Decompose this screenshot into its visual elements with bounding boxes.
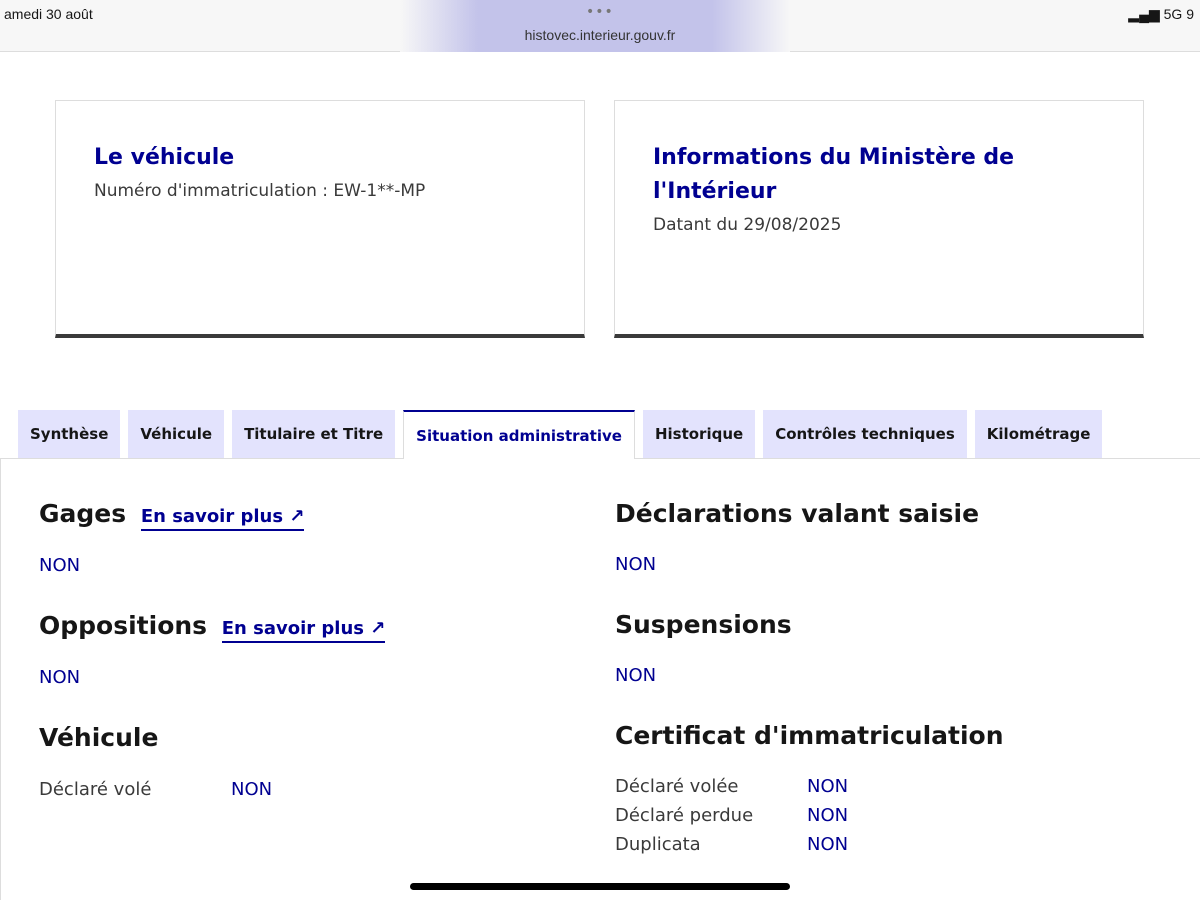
suspensions-heading: Suspensions bbox=[615, 610, 792, 639]
gages-section: Gages En savoir plus ↗ bbox=[39, 499, 305, 531]
cert-stolen-label: Déclaré volée bbox=[615, 776, 739, 797]
link-label: En savoir plus bbox=[221, 618, 364, 639]
network: 5G 9 bbox=[1163, 6, 1194, 22]
ministry-card: Informations du Ministère de l'Intérieur… bbox=[614, 100, 1144, 338]
url[interactable]: histovec.interieur.gouv.fr bbox=[0, 27, 1200, 43]
cert-stolen-value: NON bbox=[807, 776, 849, 797]
vehicle-card: Le véhicule Numéro d'immatriculation : E… bbox=[55, 100, 585, 338]
data-date: Datant du 29/08/2025 bbox=[653, 215, 842, 235]
home-indicator[interactable] bbox=[410, 883, 790, 890]
cert-lost-label: Déclaré perdue bbox=[615, 805, 754, 826]
card-title: Informations du Ministère de l'Intérieur bbox=[653, 145, 1015, 204]
cert-lost-value: NON bbox=[807, 805, 849, 826]
gages-heading: Gages bbox=[39, 499, 127, 528]
tab-vehicule[interactable]: Véhicule bbox=[128, 410, 225, 458]
vehicule-heading: Véhicule bbox=[39, 723, 159, 752]
stolen-value: NON bbox=[231, 779, 273, 800]
suspensions-value: NON bbox=[615, 665, 657, 686]
tab-kilometrage[interactable]: Kilométrage bbox=[974, 410, 1103, 458]
more-icon[interactable]: ••• bbox=[586, 4, 614, 20]
tab-controles-techniques[interactable]: Contrôles techniques bbox=[763, 410, 967, 458]
seizure-value: NON bbox=[615, 554, 657, 575]
tab-bar: Synthèse Véhicule Titulaire et Titre Sit… bbox=[18, 410, 1194, 459]
oppositions-info-link[interactable]: En savoir plus ↗ bbox=[221, 618, 386, 643]
tab-titulaire[interactable]: Titulaire et Titre bbox=[232, 410, 396, 458]
gages-value: NON bbox=[39, 555, 81, 576]
oppositions-heading: Oppositions bbox=[39, 611, 208, 640]
date: amedi 30 août bbox=[4, 6, 93, 22]
tab-historique[interactable]: Historique bbox=[642, 410, 756, 458]
oppositions-value: NON bbox=[39, 667, 81, 688]
tab-situation-administrative[interactable]: Situation administrative bbox=[403, 410, 635, 459]
browser-status-bar: amedi 30 août ••• histovec.interieur.gou… bbox=[0, 0, 1200, 52]
external-link-icon: ↗ bbox=[289, 506, 305, 527]
duplicate-value: NON bbox=[807, 834, 849, 855]
signal-icon: ▂▄▆ 5G 9 bbox=[1128, 6, 1194, 22]
external-link-icon: ↗ bbox=[370, 618, 386, 639]
stolen-label: Déclaré volé bbox=[39, 779, 152, 800]
seizure-heading: Déclarations valant saisie bbox=[615, 499, 980, 528]
oppositions-section: Oppositions En savoir plus ↗ bbox=[39, 611, 386, 643]
tab-panel: Gages En savoir plus ↗ NON Oppositions E… bbox=[0, 458, 1200, 900]
duplicate-label: Duplicata bbox=[615, 834, 701, 855]
certificate-heading: Certificat d'immatriculation bbox=[615, 721, 1004, 750]
gages-info-link[interactable]: En savoir plus ↗ bbox=[140, 506, 305, 531]
link-label: En savoir plus bbox=[140, 506, 284, 527]
card-title: Le véhicule bbox=[94, 145, 235, 170]
tab-synthese[interactable]: Synthèse bbox=[18, 410, 121, 458]
registration-number: Numéro d'immatriculation : EW-1**-MP bbox=[94, 181, 426, 201]
